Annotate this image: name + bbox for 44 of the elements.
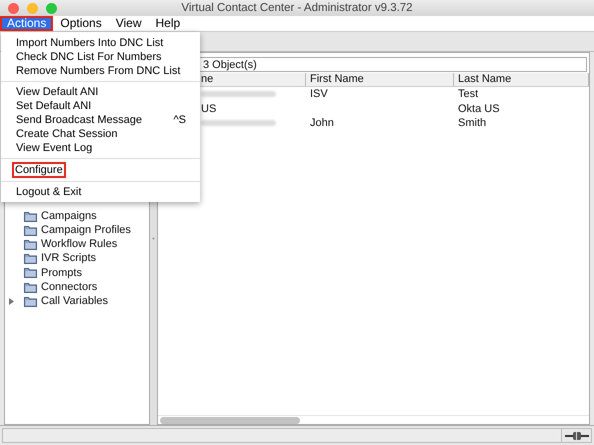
tree-item[interactable]: IVR Scripts <box>41 250 96 267</box>
folder-icon <box>24 253 37 264</box>
column-header[interactable]: Last Name <box>454 73 589 86</box>
folder-icon <box>24 267 37 278</box>
folder-icon <box>24 238 37 250</box>
expand-arrow-icon[interactable] <box>9 298 14 305</box>
menu-item[interactable]: Import Numbers Into DNC List <box>1 36 200 50</box>
tree-item[interactable]: Prompts <box>41 264 82 282</box>
folder-icon <box>24 282 37 293</box>
table-cell: US <box>201 102 216 114</box>
table-cell: Okta US <box>458 102 500 114</box>
maximize-button[interactable] <box>46 2 57 14</box>
connection-plug-icon <box>564 432 588 440</box>
menu-item[interactable]: Send Broadcast Message ^S <box>1 113 200 127</box>
menu-item[interactable]: Logout & Exit <box>1 185 200 199</box>
menu-item[interactable]: View Default ANI <box>1 85 200 99</box>
folder-icon <box>24 210 37 222</box>
menu-item[interactable]: Configure <box>12 162 66 178</box>
tree-item[interactable]: Connectors <box>41 278 98 296</box>
tree-item[interactable]: Workflow Rules <box>41 236 118 253</box>
shortcut-text: ^S <box>174 113 186 127</box>
tree-item[interactable]: Campaigns <box>41 208 97 224</box>
horizontal-scrollbar[interactable] <box>158 415 589 424</box>
table-cell: Test <box>458 88 478 100</box>
menu-item[interactable]: Options <box>53 16 109 31</box>
window-title: Virtual Contact Center - Administrator v9.3.72 <box>180 1 414 16</box>
menu-item[interactable]: Help <box>148 16 188 31</box>
column-header[interactable]: First Name <box>306 73 454 86</box>
scrollbar-thumb[interactable] <box>160 417 300 424</box>
folder-icon <box>24 296 37 307</box>
tree-item[interactable]: Call Variables <box>41 292 108 310</box>
menu-item[interactable]: Create Chat Session <box>1 127 200 141</box>
menu-item[interactable]: Check DNC List For Numbers <box>1 50 200 64</box>
table-cell: ISV <box>310 88 328 100</box>
table-cell: Smith <box>458 117 486 129</box>
menu-item[interactable]: View Event Log <box>1 141 200 155</box>
table-cell: John <box>310 117 334 129</box>
menu-item[interactable]: Actions <box>0 16 54 31</box>
folder-icon <box>24 224 37 236</box>
menu-item[interactable]: Set Default ANI <box>1 99 200 113</box>
menu-item[interactable]: View <box>108 16 149 31</box>
close-button[interactable] <box>8 2 19 14</box>
minimize-button[interactable] <box>27 2 38 14</box>
tree-item[interactable]: Campaign Profiles <box>41 222 131 239</box>
